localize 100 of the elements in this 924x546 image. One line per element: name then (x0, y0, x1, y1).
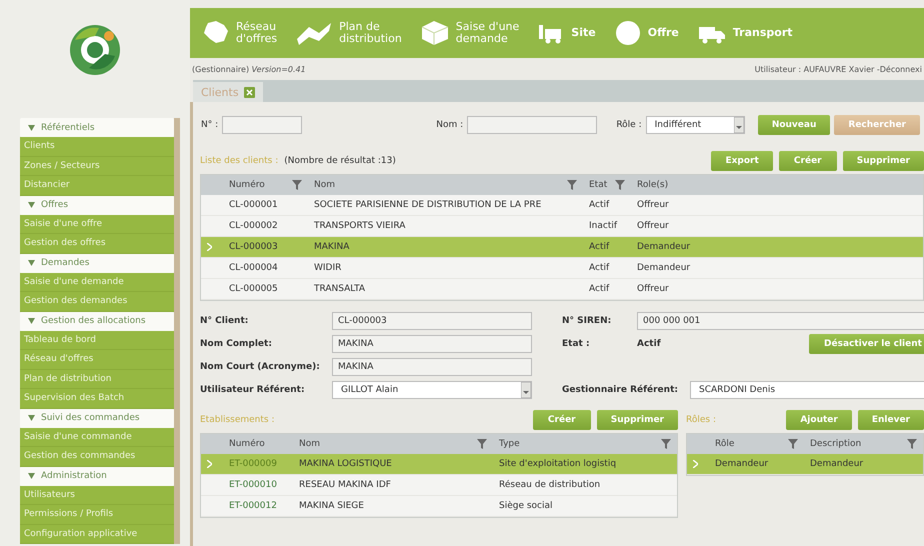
menu-item[interactable]: Gestion des commandes (20, 447, 174, 466)
input-field[interactable] (467, 116, 598, 134)
section-header[interactable]: Référentiels (41, 122, 95, 132)
toolbar-button[interactable]: Supprimer (842, 151, 924, 171)
toolbar-button[interactable]: Ajouter (786, 410, 852, 430)
column-header[interactable]: Etat (589, 180, 608, 190)
table-cell: Demandeur (810, 459, 864, 469)
column-header[interactable]: Role(s) (637, 180, 668, 190)
field-label: Utilisateur Référent: (200, 384, 305, 394)
column-header[interactable]: Type (499, 439, 520, 449)
menu-item[interactable]: Tableau de bord (20, 330, 174, 350)
dropdown-arrow-icon[interactable] (734, 117, 744, 133)
table-row[interactable]: Demandeur Demandeur (687, 454, 923, 475)
filter-icon[interactable] (907, 439, 917, 449)
filter-icon[interactable] (788, 439, 798, 449)
logo-icon (69, 24, 121, 76)
new-button[interactable]: Nouveau (758, 115, 830, 135)
logout-link[interactable]: Déconnexi (880, 64, 922, 74)
filter-icon[interactable] (477, 439, 487, 449)
deactivate-button[interactable]: Désactiver le client (809, 334, 924, 354)
caret-down-icon[interactable] (28, 415, 35, 421)
section-title: Etablissements : (200, 415, 276, 425)
dropdown-arrow-icon[interactable] (521, 382, 531, 398)
input-field[interactable]: MAKINA (332, 358, 532, 376)
table-cell: Actif (589, 242, 610, 252)
column-header[interactable]: Description (810, 439, 862, 449)
table-row[interactable]: ET-000012 MAKINA SIEGE Siège social (201, 496, 677, 517)
filter-icon[interactable] (292, 180, 302, 190)
nav-link[interactable]: Réseau d'offres (236, 21, 278, 45)
menu-item[interactable]: Plan de distribution (20, 370, 174, 389)
close-icon[interactable] (244, 86, 255, 98)
menu-item[interactable]: Gestion des demandes (20, 292, 174, 312)
table-row[interactable]: CL-000005 TRANSALTA Actif Offreur (201, 279, 923, 300)
menu-item[interactable]: Saisie d'une offre (20, 214, 174, 234)
table-cell: Offreur (637, 221, 669, 231)
menu-item[interactable]: Permissions / Profils (20, 505, 174, 524)
table-cell: CL-000003 (229, 242, 278, 252)
menu-item[interactable]: Saisie d'une commande (20, 428, 174, 447)
table-cell: Inactif (589, 221, 618, 231)
input-field[interactable]: MAKINA (332, 334, 532, 352)
toolbar-button[interactable]: Enlever (858, 410, 924, 430)
table-cell: ET-000012 (229, 501, 277, 511)
field-label: N° Client: (200, 316, 248, 326)
table-row[interactable]: CL-000001 SOCIETE PARISIENNE DE DISTRIBUTION DE LA PRE Actif Offreur (201, 195, 923, 216)
toolbar-button[interactable]: Créer (778, 151, 837, 171)
nav-link[interactable]: Saise d'une demande (456, 21, 520, 45)
field-label: N° SIREN: (562, 316, 612, 326)
menu-item[interactable]: Saisie d'une demande (20, 272, 174, 292)
table-row[interactable]: CL-000004 WIDIR Actif Demandeur (201, 258, 923, 279)
table-cell: CL-000005 (229, 284, 278, 294)
column-header[interactable]: Numéro (229, 439, 265, 449)
field-label: Nom : (436, 120, 464, 130)
menu-item[interactable]: Distancier (20, 176, 174, 196)
menu-item[interactable]: Utilisateurs (20, 486, 174, 505)
nav-link[interactable]: Transport (732, 27, 793, 39)
menu-item[interactable]: Clients (20, 137, 174, 156)
caret-down-icon[interactable] (28, 260, 35, 266)
caret-down-icon[interactable] (28, 473, 35, 479)
field-label: Etat : (562, 338, 590, 348)
table-cell: Actif (589, 263, 610, 273)
caret-down-icon[interactable] (28, 202, 35, 208)
result-count: (Nombre de résultat :13) (284, 156, 396, 166)
section-header[interactable]: Offres (41, 200, 68, 210)
input-field[interactable] (222, 116, 302, 134)
nav-link[interactable]: Offre (648, 27, 679, 39)
table-cell: MAKINA (314, 242, 350, 252)
dropdown[interactable]: SCARDONI Denis (690, 380, 924, 398)
menu-item[interactable]: Gestion des offres (20, 234, 174, 254)
toolbar-button[interactable]: Créer (532, 410, 591, 430)
table-cell: WIDIR (314, 263, 342, 273)
input-field[interactable]: 000 000 001 (637, 312, 924, 330)
user-label: Utilisateur : AUFAUVRE Xavier - (754, 64, 880, 74)
caret-down-icon[interactable] (28, 318, 35, 324)
nav-link[interactable]: Site (571, 27, 596, 39)
filter-icon[interactable] (567, 180, 577, 190)
nav-link[interactable]: Plan de distribution (339, 21, 402, 45)
filter-icon[interactable] (615, 180, 625, 190)
menu-item[interactable]: Supervision des Batch (20, 389, 174, 408)
table-cell: CL-000002 (229, 221, 278, 231)
table-row[interactable]: ET-000009 MAKINA LOGISTIQUE Site d'exploitation logistiq (201, 454, 677, 475)
table-cell: Offreur (637, 200, 669, 210)
menu-item[interactable]: Zones / Secteurs (20, 156, 174, 176)
toolbar-button[interactable]: Supprimer (596, 410, 678, 430)
dropdown[interactable]: GILLOT Alain (332, 380, 532, 398)
menu-item[interactable]: Réseau d'offres (20, 350, 174, 370)
section-header[interactable]: Demandes (41, 258, 90, 268)
column-header[interactable]: Numéro (229, 180, 265, 190)
column-header[interactable]: Rôle (715, 439, 734, 449)
column-header[interactable]: Nom (299, 439, 320, 449)
filter-icon[interactable] (661, 439, 671, 449)
input-field[interactable]: CL-000003 (332, 312, 532, 330)
list-title: Liste des clients : (200, 156, 278, 166)
menu-item[interactable]: Configuration applicative (20, 524, 174, 544)
toolbar-button[interactable]: Export (711, 151, 773, 171)
dropdown[interactable]: Indifférent (646, 116, 746, 134)
column-header[interactable]: Nom (314, 180, 336, 190)
caret-down-icon[interactable] (28, 124, 35, 130)
tab[interactable]: Clients (193, 82, 263, 102)
table-row[interactable]: CL-000003 MAKINA Actif Demandeur (201, 237, 923, 258)
table-row[interactable]: ET-000010 RESEAU MAKINA IDF Réseau de distribution (201, 475, 677, 496)
